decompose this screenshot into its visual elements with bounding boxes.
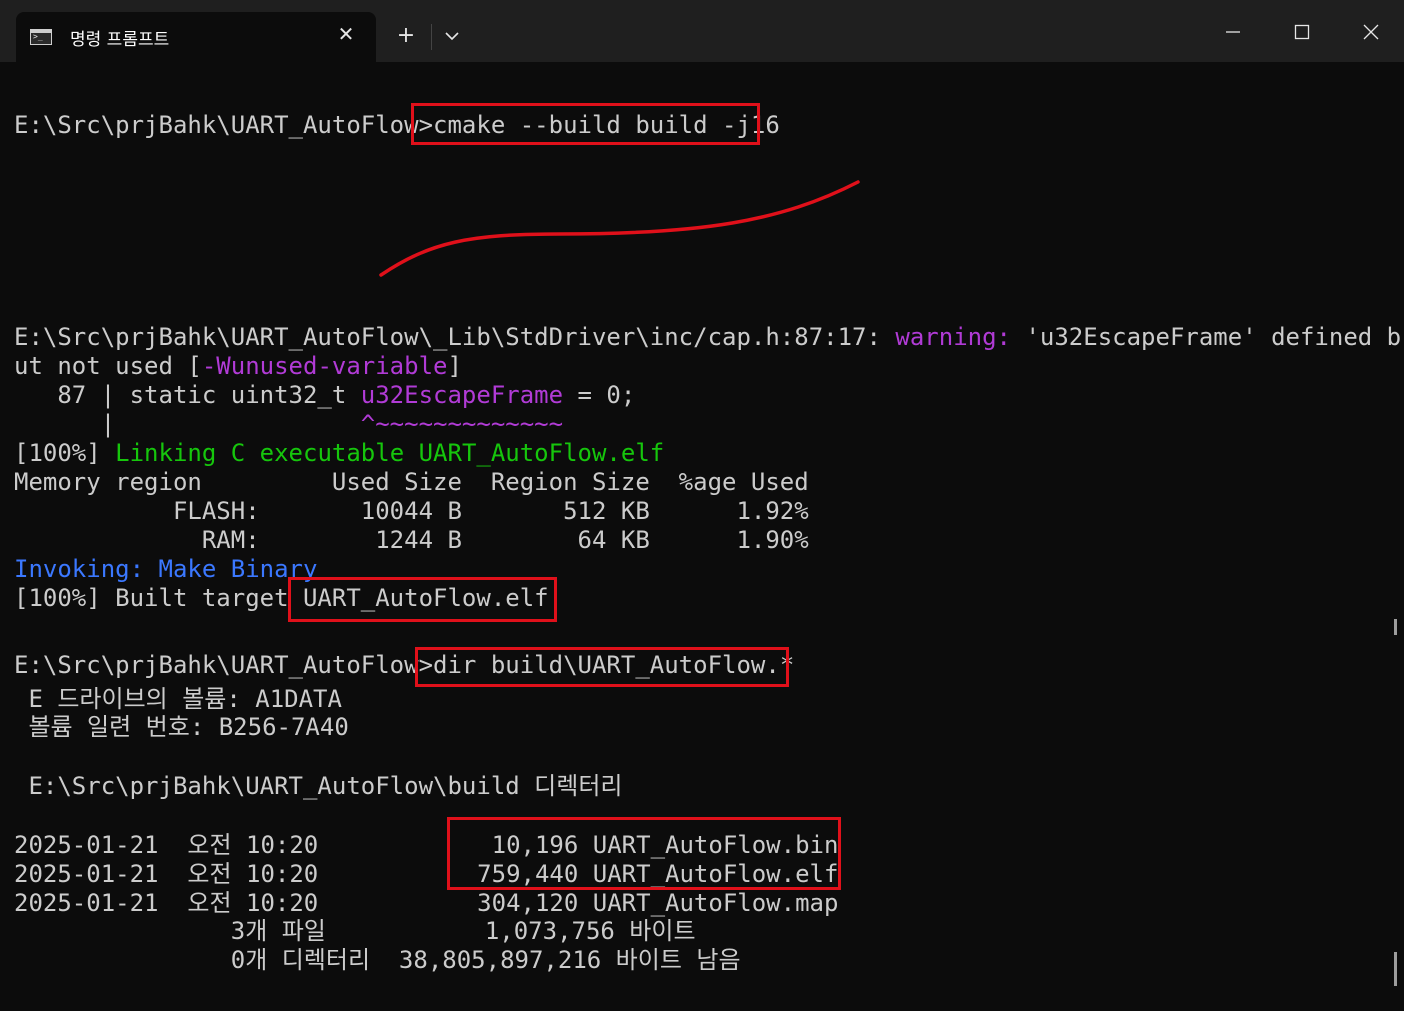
title-bar: 명령 프롬프트 ✕ + — [0, 0, 1404, 62]
tab-command-prompt[interactable]: 명령 프롬프트 ✕ — [16, 12, 376, 62]
tab-title: 명령 프롬프트 — [70, 30, 170, 50]
command-prompt-icon — [30, 29, 52, 45]
tab-divider — [431, 24, 432, 50]
chevron-down-icon[interactable] — [440, 24, 464, 48]
close-window-icon[interactable] — [1348, 14, 1394, 50]
minimize-icon[interactable] — [1210, 14, 1256, 50]
maximize-icon[interactable] — [1279, 14, 1325, 50]
scrollbar-marker[interactable] — [1394, 619, 1397, 635]
red-curve-annotation — [379, 180, 860, 277]
plus-icon[interactable]: + — [392, 22, 420, 50]
close-icon[interactable]: ✕ — [334, 22, 358, 46]
terminal-output[interactable]: E:\Src\prjBahk\UART_AutoFlow>cmake --bui… — [0, 62, 1404, 1011]
scrollbar-thumb[interactable] — [1394, 952, 1397, 986]
